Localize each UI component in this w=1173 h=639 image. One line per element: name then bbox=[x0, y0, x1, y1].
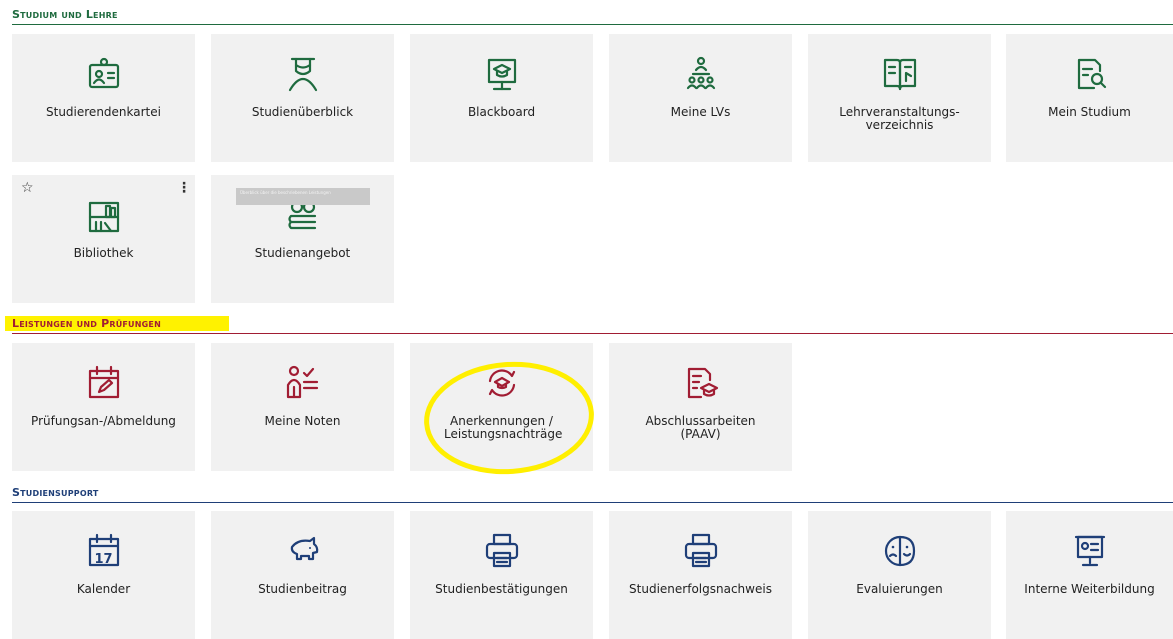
section-header-studium: Studium und Lehre bbox=[12, 8, 1173, 25]
tile-studienbeitrag[interactable]: Studienbeitrag bbox=[211, 511, 394, 639]
tile-label: Evaluierungen bbox=[856, 582, 943, 596]
calendar-edit-icon bbox=[88, 365, 119, 399]
tile-label: Studienbestätigungen bbox=[435, 582, 568, 596]
tile-evaluierungen[interactable]: Evaluierungen bbox=[808, 511, 991, 639]
tile-label: Blackboard bbox=[467, 105, 536, 119]
tile-label: Studienangebot bbox=[254, 246, 351, 260]
tile-meine-noten[interactable]: Meine Noten bbox=[211, 343, 394, 471]
tile-kalender[interactable]: 17 Kalender bbox=[12, 511, 195, 639]
grades-icon bbox=[286, 365, 318, 399]
section-divider bbox=[12, 333, 1173, 334]
section-header-leistungen: Leistungen und Prüfungen bbox=[12, 317, 1173, 334]
graduate-icon bbox=[288, 57, 317, 92]
tile-studierendenkartei[interactable]: Studierendenkartei bbox=[12, 34, 195, 162]
more-vertical-icon[interactable]: ⋮ bbox=[177, 180, 191, 196]
tile-label: Meine LVs bbox=[670, 105, 731, 119]
tile-mein-studium[interactable]: Mein Studium bbox=[1006, 34, 1173, 162]
document-search-icon bbox=[1077, 58, 1106, 90]
tooltip: Überblick über die beschriebenen Leistun… bbox=[236, 188, 370, 205]
blackboard-icon bbox=[487, 58, 516, 91]
printer-icon bbox=[684, 533, 717, 568]
section-header-support: Studiensupport bbox=[12, 486, 1173, 503]
tile-meine-lvs[interactable]: Meine LVs bbox=[609, 34, 792, 162]
tile-label: Kalender bbox=[76, 582, 131, 596]
section-title: Studiensupport bbox=[12, 486, 99, 499]
tile-studienerfolgsnachweis[interactable]: Studienerfolgsnachweis bbox=[609, 511, 792, 639]
piggy-bank-icon bbox=[290, 536, 318, 561]
tile-pruefungsanmeldung[interactable]: Prüfungsan-/Abmeldung bbox=[12, 343, 195, 471]
tile-blackboard[interactable]: Blackboard bbox=[410, 34, 593, 162]
tile-label: Studienerfolgsnachweis bbox=[629, 582, 772, 596]
tile-label: Prüfungsan-/Abmeldung bbox=[31, 414, 176, 428]
tile-label: Interne Weiterbildung bbox=[1024, 582, 1155, 596]
tile-label: Studienüberblick bbox=[251, 105, 354, 119]
section-divider bbox=[12, 502, 1173, 503]
tile-label: Abschlussarbeiten (PAAV) bbox=[645, 414, 756, 441]
tile-label: Mein Studium bbox=[1048, 105, 1131, 119]
tile-label: Studierendenkartei bbox=[46, 105, 161, 119]
tile-label: Bibliothek bbox=[73, 246, 134, 260]
tile-label: Lehrveranstaltungs- verzeichnis bbox=[839, 105, 960, 132]
tile-bibliothek[interactable]: ☆ ⋮ Bibliothek bbox=[12, 175, 195, 303]
evaluation-faces-icon bbox=[884, 535, 915, 567]
presentation-icon bbox=[1074, 535, 1105, 567]
section-title: Leistungen und Prüfungen bbox=[12, 317, 161, 330]
tile-abschlussarbeiten[interactable]: Abschlussarbeiten (PAAV) bbox=[609, 343, 792, 471]
tile-label: Studienbeitrag bbox=[258, 582, 347, 596]
group-icon bbox=[686, 56, 715, 90]
star-icon[interactable]: ☆ bbox=[21, 180, 34, 196]
tile-studienueberblick[interactable]: Studienüberblick bbox=[211, 34, 394, 162]
tile-studienbestaetigungen[interactable]: Studienbestätigungen bbox=[410, 511, 593, 639]
library-icon bbox=[88, 201, 119, 233]
section-title: Studium und Lehre bbox=[12, 8, 118, 21]
section-divider bbox=[12, 24, 1173, 25]
tile-interne-weiterbildung[interactable]: Interne Weiterbildung bbox=[1006, 511, 1173, 639]
printer-icon bbox=[485, 533, 518, 568]
tile-label: Meine Noten bbox=[264, 414, 341, 428]
id-card-icon bbox=[88, 57, 119, 89]
calendar-day: 17 bbox=[94, 552, 113, 567]
open-book-icon bbox=[883, 58, 916, 91]
thesis-icon bbox=[687, 367, 718, 399]
tile-lehrveranstaltungsverzeichnis[interactable]: Lehrveranstaltungs- verzeichnis bbox=[808, 34, 991, 162]
